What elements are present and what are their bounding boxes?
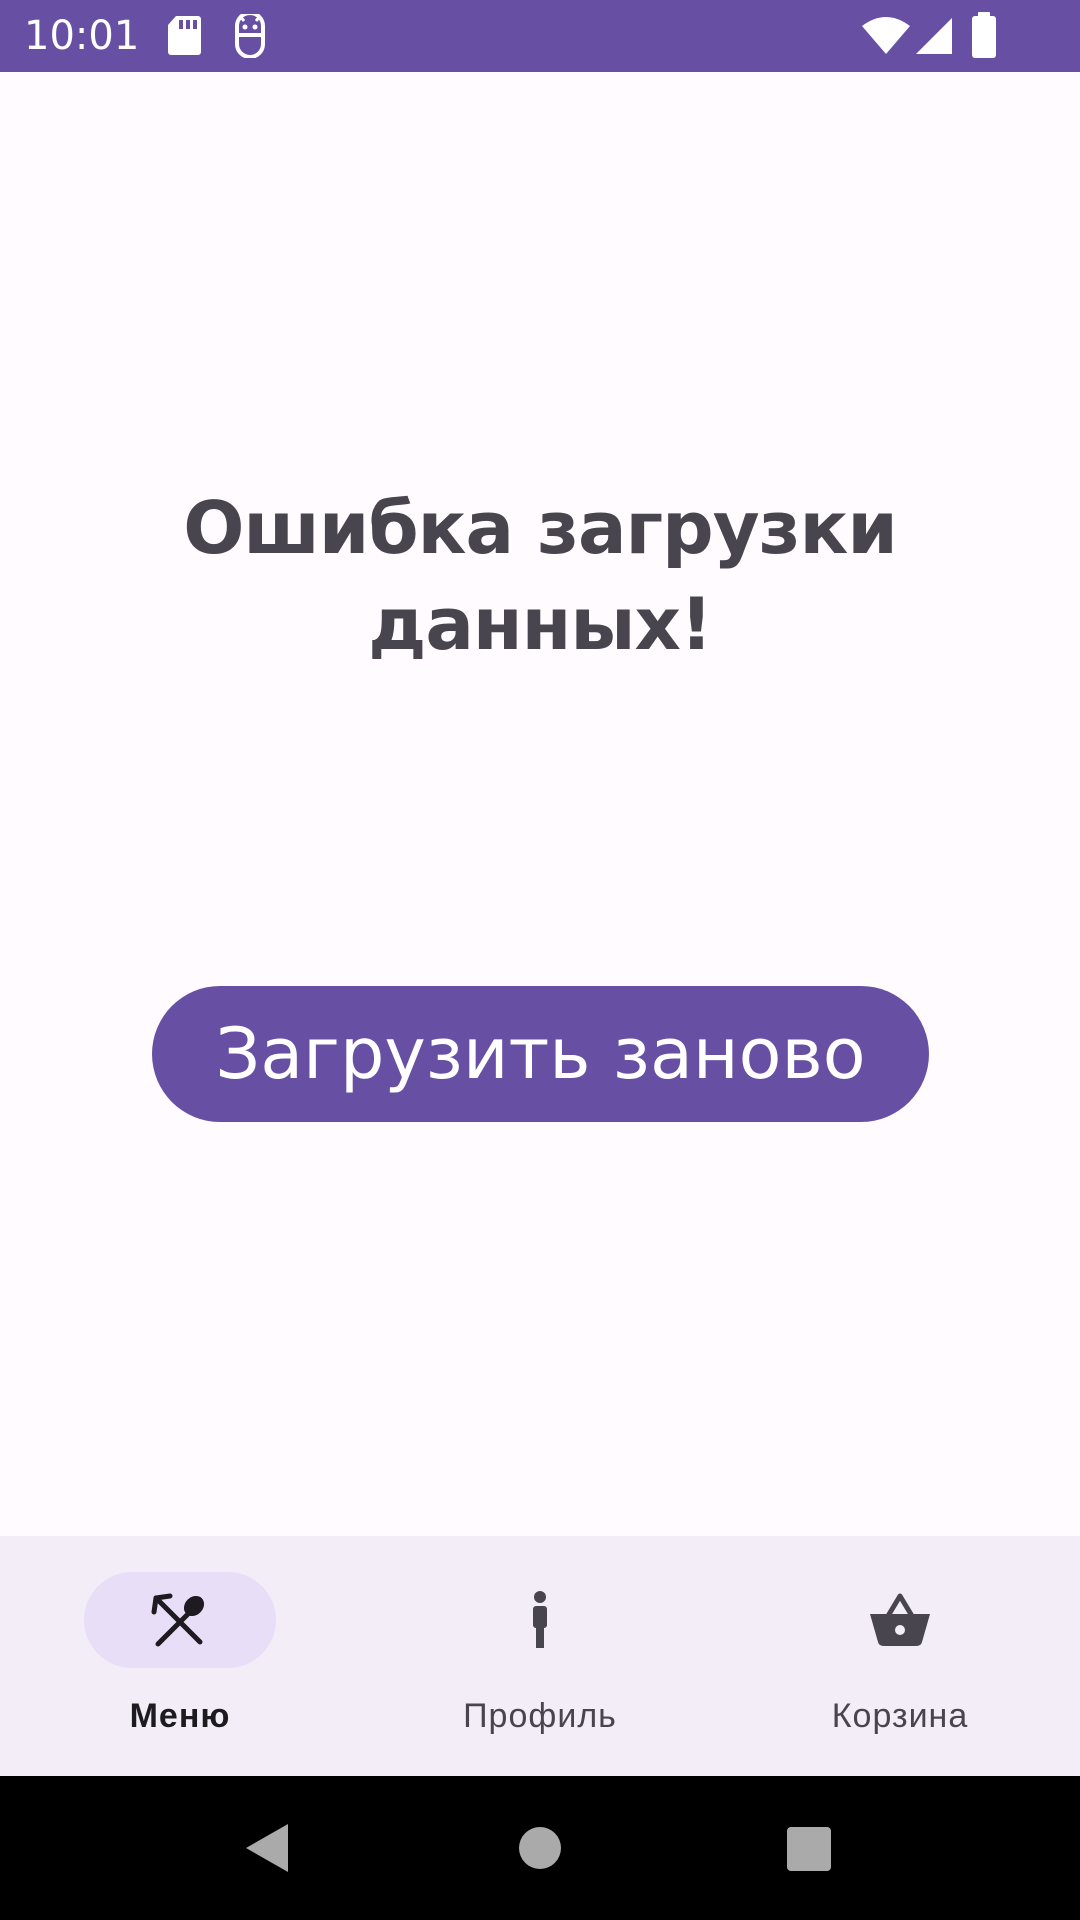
recents-icon[interactable] [786, 1826, 832, 1872]
reload-button[interactable]: Загрузить заново [152, 986, 929, 1122]
status-bar: 10:01 [0, 0, 1080, 72]
fork-spoon-icon [151, 1593, 205, 1647]
app-notification-icon [235, 14, 265, 58]
nav-label-cart: Корзина [831, 1697, 969, 1735]
basket-icon [870, 1593, 930, 1646]
bottom-navigation: Меню Профиль Корзина [0, 1536, 1080, 1776]
error-title: Ошибка загрузки данных! [183, 486, 898, 666]
nav-label-profile: Профиль [463, 1697, 617, 1735]
nav-item-profile[interactable]: Профиль [360, 1536, 720, 1776]
signal-icon [916, 18, 952, 54]
back-icon[interactable] [244, 1822, 290, 1874]
sd-card-icon [168, 16, 201, 55]
nav-label-menu: Меню [129, 1697, 231, 1735]
nav-item-menu[interactable]: Меню [0, 1536, 360, 1776]
status-time: 10:01 [24, 13, 140, 59]
nav-item-cart[interactable]: Корзина [720, 1536, 1080, 1776]
system-navigation-bar [0, 1776, 1080, 1920]
battery-icon [972, 12, 996, 58]
home-icon[interactable] [518, 1826, 562, 1870]
person-icon [533, 1591, 547, 1648]
wifi-icon [862, 17, 910, 54]
